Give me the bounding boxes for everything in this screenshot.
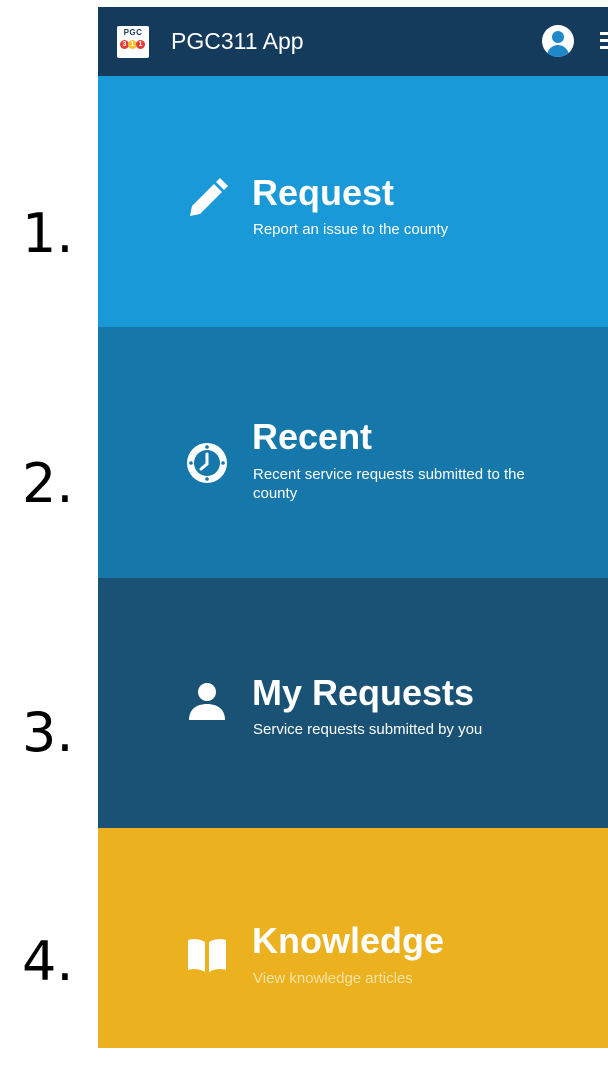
- recent-tile[interactable]: Recent Recent service requests submitted…: [98, 327, 608, 578]
- clock-icon: [187, 443, 227, 483]
- my-requests-tile[interactable]: My Requests Service requests submitted b…: [98, 578, 608, 828]
- my-requests-subtitle: Service requests submitted by you: [253, 721, 483, 738]
- person-icon: [189, 683, 225, 720]
- app-bar: PGC 3 1 1 PGC311 App: [98, 7, 608, 76]
- app-screen: PGC 3 1 1 PGC311 App Request Report an i…: [98, 7, 608, 1048]
- recent-subtitle: Recent service requests submitted to the…: [253, 466, 525, 502]
- pencil-icon: [190, 178, 228, 216]
- knowledge-title: Knowledge: [252, 920, 445, 961]
- book-icon: [188, 938, 226, 972]
- logo-digits: 3 1 1: [120, 40, 146, 52]
- step-numbers: 1. 2. 3. 4.: [0, 0, 98, 1075]
- request-tile[interactable]: Request Report an issue to the county: [98, 76, 608, 327]
- step-number-4: 4.: [22, 930, 74, 993]
- app-title: PGC311 App: [171, 28, 304, 54]
- step-number-3: 3.: [22, 701, 74, 764]
- account-circle-icon[interactable]: [542, 25, 574, 57]
- knowledge-tile[interactable]: Knowledge View knowledge articles: [98, 828, 608, 1048]
- step-number-2: 2.: [22, 452, 74, 515]
- step-number-1: 1.: [22, 202, 74, 265]
- app-logo: PGC 3 1 1: [117, 26, 149, 58]
- logo-text: PGC: [123, 28, 143, 37]
- request-title: Request: [252, 172, 395, 213]
- my-requests-title: My Requests: [252, 672, 475, 713]
- knowledge-subtitle: View knowledge articles: [253, 970, 413, 987]
- logo-digit-3: 1: [136, 40, 145, 49]
- request-subtitle: Report an issue to the county: [253, 221, 449, 238]
- recent-title: Recent: [252, 416, 373, 457]
- menu-icon[interactable]: [600, 32, 608, 50]
